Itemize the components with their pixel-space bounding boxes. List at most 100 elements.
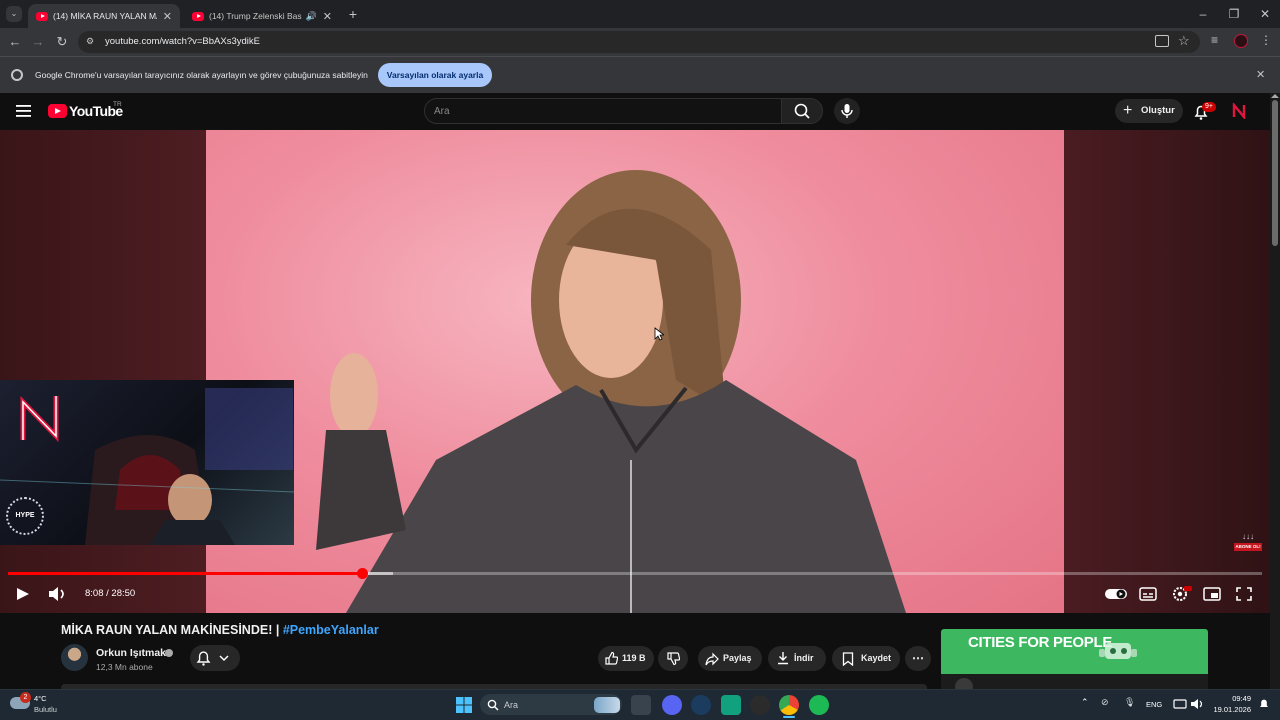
download-button[interactable]: İndir — [768, 646, 826, 671]
app-dark-icon[interactable] — [750, 695, 770, 715]
notification-count-badge: 9+ — [1202, 102, 1216, 112]
scrollbar-thumb[interactable] — [1272, 100, 1278, 246]
plus-icon: + — [1123, 102, 1133, 119]
close-infobar-icon[interactable]: ✕ — [1256, 68, 1265, 81]
chrome-menu-icon[interactable]: ⋮ — [1260, 33, 1272, 47]
thumbs-down-icon — [667, 652, 680, 666]
settings-gear-icon[interactable] — [1170, 584, 1192, 604]
dislike-button[interactable] — [658, 646, 688, 671]
browser-tab[interactable]: (14) Trump Zelenski Basın T 🔊 ✕ — [184, 4, 340, 28]
verified-badge-icon — [165, 649, 173, 657]
channel-avatar[interactable] — [61, 644, 88, 671]
weather-alert-badge: 2 — [20, 692, 31, 703]
tab-title: (14) MİKA RAUN YALAN MAKİN — [53, 11, 157, 21]
reload-icon[interactable]: ↻ — [53, 33, 71, 51]
subscriber-count: 12,3 Mn abone — [96, 662, 153, 672]
subscribe-watermark[interactable]: ↓↓↓ ABONE OL! — [1234, 533, 1262, 559]
taskbar-search-icon — [487, 698, 499, 716]
profile-avatar[interactable] — [1234, 34, 1248, 48]
new-tab-button[interactable]: + — [344, 5, 362, 23]
like-button[interactable]: 119 B — [598, 646, 654, 671]
tray-overflow-chevron-icon[interactable]: ⌃ — [1081, 697, 1095, 711]
weather-condition[interactable]: Bulutlu — [34, 705, 57, 714]
search-placeholder: Ara — [434, 106, 450, 117]
spotify-icon[interactable] — [809, 695, 829, 715]
thumbs-up-icon — [605, 651, 618, 665]
create-label: Oluştur — [1141, 105, 1175, 116]
like-count: 119 B — [622, 653, 646, 663]
network-icon[interactable] — [1173, 697, 1187, 711]
task-view-icon[interactable] — [631, 695, 651, 715]
account-avatar[interactable] — [1231, 101, 1247, 124]
voice-search-button[interactable] — [834, 98, 860, 124]
tab-search-button[interactable]: ⌄ — [6, 6, 22, 22]
share-arrow-icon — [705, 652, 719, 666]
restore-icon[interactable]: ❐ — [1219, 4, 1249, 24]
back-arrow-icon[interactable]: ← — [6, 33, 24, 51]
search-icon — [794, 103, 810, 119]
hamburger-menu-icon[interactable] — [16, 104, 31, 117]
notification-center-icon[interactable] — [1257, 697, 1271, 711]
minimize-icon[interactable]: – — [1188, 4, 1218, 24]
close-window-icon[interactable]: ✕ — [1250, 4, 1280, 24]
miniplayer-icon[interactable] — [1201, 584, 1223, 604]
youtube-favicon-icon — [192, 11, 204, 21]
video-frame[interactable] — [206, 130, 1064, 613]
save-button[interactable]: Kaydet — [832, 646, 900, 671]
close-tab-icon[interactable]: ✕ — [323, 10, 332, 23]
tray-microphone-icon[interactable]: 🎙 — [1124, 697, 1138, 711]
share-label: Paylaş — [723, 653, 752, 663]
steam-icon[interactable] — [691, 695, 711, 715]
more-actions-button[interactable]: ⋯ — [905, 646, 931, 671]
fullscreen-icon[interactable] — [1233, 584, 1255, 604]
chrome-icon — [11, 69, 23, 81]
chrome-taskbar-icon[interactable] — [779, 695, 799, 715]
sponsored-banner[interactable]: CITIES FOR PEOPLE — [941, 629, 1208, 674]
streamer-logo-icon — [18, 392, 62, 449]
close-tab-icon[interactable]: ✕ — [163, 10, 172, 23]
share-button[interactable]: Paylaş — [698, 646, 762, 671]
time-display: 8:08 / 28:50 — [85, 588, 136, 599]
discord-icon[interactable] — [662, 695, 682, 715]
speaker-icon[interactable] — [1190, 697, 1204, 711]
video-hashtag-link[interactable]: #PembeYalanlar — [283, 623, 379, 637]
create-button[interactable]: + Oluştur — [1115, 99, 1183, 123]
subtitles-icon[interactable] — [1137, 584, 1159, 604]
site-info-icon[interactable]: ⚙ — [86, 36, 98, 48]
scroll-up-arrow-icon[interactable] — [1271, 94, 1279, 98]
clock-date[interactable]: 19.01.2026 — [1211, 705, 1251, 714]
channel-name[interactable]: Orkun Işıtmak — [96, 647, 166, 659]
bookmark-star-icon[interactable]: ☆ — [1178, 33, 1190, 49]
save-label: Kaydet — [861, 653, 892, 663]
autoplay-toggle[interactable] — [1104, 584, 1128, 604]
speaker-audio-icon[interactable]: 🔊 — [306, 11, 317, 22]
ad-advertiser-row[interactable] — [941, 674, 1208, 696]
active-app-indicator — [783, 716, 795, 718]
play-icon[interactable] — [12, 584, 34, 604]
weather-temperature[interactable]: 4°C — [34, 694, 47, 703]
install-app-icon[interactable] — [1155, 35, 1169, 47]
app-green-icon[interactable] — [721, 695, 741, 715]
subscription-bell-button[interactable] — [190, 645, 240, 671]
search-input[interactable] — [424, 98, 782, 124]
progress-scrubber[interactable] — [357, 568, 368, 579]
windows-start-icon[interactable] — [454, 695, 474, 715]
volume-icon[interactable] — [46, 584, 68, 604]
search-button[interactable] — [781, 98, 823, 124]
hype-badge: HYPE — [6, 497, 44, 535]
tray-app-icon[interactable]: ⊘ — [1101, 697, 1115, 711]
forward-arrow-icon[interactable]: → — [29, 33, 47, 51]
microphone-icon — [841, 104, 853, 118]
youtube-favicon-icon — [36, 11, 48, 21]
media-controls-icon[interactable]: ≡ — [1211, 33, 1218, 47]
set-default-button[interactable]: Varsayılan olarak ayarla — [378, 63, 492, 87]
input-language[interactable]: ENG — [1146, 700, 1162, 709]
video-title-text: MİKA RAUN YALAN MAKİNESİNDE! | — [61, 623, 280, 637]
search-highlight-icon — [594, 697, 620, 713]
video-title: MİKA RAUN YALAN MAKİNESİNDE! | #PembeYal… — [61, 623, 379, 637]
url-text[interactable]: youtube.com/watch?v=BbAXs3ydikE — [105, 36, 260, 47]
clock-time[interactable]: 09:49 — [1221, 694, 1251, 703]
youtube-logo-icon[interactable] — [48, 104, 67, 118]
browser-tab-active[interactable]: (14) MİKA RAUN YALAN MAKİN ✕ — [28, 4, 180, 28]
progress-played — [8, 572, 362, 575]
